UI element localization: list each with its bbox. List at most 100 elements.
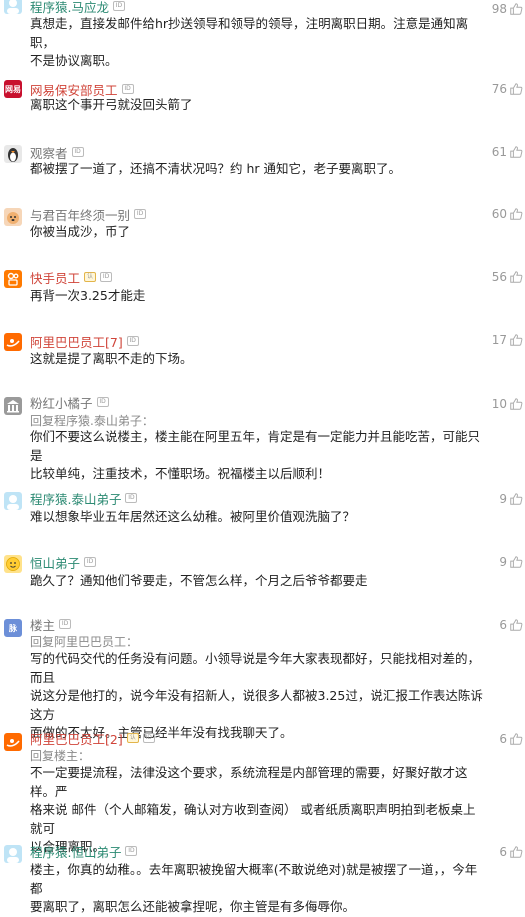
like-count: 76 bbox=[491, 82, 507, 96]
username[interactable]: 阿里巴巴员工[7] bbox=[30, 332, 123, 351]
like-count: 9 bbox=[499, 492, 507, 506]
comment-body: 楼主，你真的幼稚。。去年离职被挽留大概率(不敢说绝对)就是被摆了一道，，今年都要… bbox=[30, 862, 478, 914]
comment-item: 网易 网易保安部员工 ID 离职这个事开弓就没回头箭了 76 bbox=[0, 79, 525, 119]
thumbs-up-icon bbox=[510, 334, 523, 346]
username[interactable]: 程序猿.泰山弟子 bbox=[30, 489, 121, 508]
like-count: 60 bbox=[491, 207, 507, 221]
thumbs-up-icon bbox=[510, 846, 523, 858]
username[interactable]: 观察者 bbox=[30, 143, 68, 162]
avatar[interactable] bbox=[4, 492, 22, 510]
reply-to-label: 回复阿里巴巴员工： bbox=[30, 635, 139, 649]
reply-to-label: 回复程序猿.泰山弟子： bbox=[30, 414, 154, 428]
avatar[interactable] bbox=[4, 397, 22, 415]
like-count: 10 bbox=[491, 397, 507, 411]
comment-item: 阿里巴巴员工[2] 认 ID 回复楼主： 不一定要提流程，法律没这个要求，系统流程是… bbox=[0, 729, 525, 854]
avatar[interactable] bbox=[4, 733, 22, 751]
like-button[interactable]: 60 bbox=[492, 207, 523, 221]
person-avatar-icon bbox=[7, 0, 19, 14]
avatar[interactable] bbox=[4, 333, 22, 351]
like-button[interactable]: 9 bbox=[499, 555, 523, 569]
username[interactable]: 阿里巴巴员工[2] bbox=[30, 729, 123, 748]
alibaba-logo-icon bbox=[6, 339, 20, 347]
thumbs-up-icon bbox=[510, 619, 523, 631]
like-button[interactable]: 17 bbox=[492, 333, 523, 347]
username[interactable]: 楼主 bbox=[30, 615, 55, 634]
comment-item: 脉 楼主 ID 回复阿里巴巴员工： 写的代码交代的任务没有问题。小领导说是今年大家… bbox=[0, 615, 525, 740]
thumbs-up-icon bbox=[510, 733, 523, 745]
like-count: 17 bbox=[491, 333, 507, 347]
person-avatar-icon bbox=[7, 848, 19, 863]
like-button[interactable]: 9 bbox=[499, 492, 523, 506]
penguin-avatar-icon bbox=[8, 148, 18, 162]
thumbs-up-icon bbox=[510, 146, 523, 158]
comment-item: 程序猿.泰山弟子 ID 难以想象毕业五年居然还这么幼稚。被阿里价值观洗脑了？ 9 bbox=[0, 489, 525, 529]
person-avatar-icon bbox=[7, 495, 19, 510]
comment-item: 快手员工认 ID 再背一次3.25才能走 56 bbox=[0, 268, 525, 308]
like-button[interactable]: 98 bbox=[492, 2, 523, 16]
thumbs-up-icon bbox=[510, 398, 523, 410]
like-button[interactable]: 61 bbox=[492, 145, 523, 159]
username[interactable]: 程序猿.马应龙 bbox=[30, 0, 109, 16]
comment-item: 程序猿.马应龙 ID 真想走，直接发邮件给hr抄送领导和领导的领导，注明离职日期。… bbox=[0, 0, 525, 68]
id-badge: ID bbox=[126, 336, 139, 346]
kuaishou-logo-icon bbox=[7, 272, 19, 286]
username[interactable]: 与君百年终须一别 bbox=[30, 205, 130, 224]
comment-item: 恒山弟子 ID 跪久了？通知他们爷要走，不管怎么样，个月之后爷爷都要走 9 bbox=[0, 553, 525, 593]
thumbs-up-icon bbox=[510, 271, 523, 283]
like-button[interactable]: 10 bbox=[492, 397, 523, 411]
reply-to-label: 回复楼主： bbox=[30, 749, 91, 763]
like-count: 6 bbox=[499, 732, 507, 746]
comment-item: 程序猿.恒山弟子 ID 楼主，你真的幼稚。。去年离职被挽留大概率(不敢说绝对)就是… bbox=[0, 842, 525, 914]
like-count: 98 bbox=[491, 2, 507, 16]
comment-body: 你被当成沙，币了 bbox=[30, 224, 131, 239]
like-button[interactable]: 6 bbox=[499, 618, 523, 632]
id-badge: ID bbox=[121, 84, 134, 94]
avatar[interactable] bbox=[4, 0, 22, 14]
comment-body: 这就是提了离职不走的下场。 bbox=[30, 351, 193, 366]
avatar[interactable] bbox=[4, 145, 22, 163]
thumbs-up-icon bbox=[510, 493, 523, 505]
id-badge: ID bbox=[134, 209, 147, 219]
like-button[interactable]: 6 bbox=[499, 845, 523, 859]
like-count: 6 bbox=[499, 845, 507, 859]
like-button[interactable]: 6 bbox=[499, 732, 523, 746]
avatar[interactable]: 脉 bbox=[4, 619, 22, 637]
avatar[interactable] bbox=[4, 270, 22, 288]
avatar[interactable]: 网易 bbox=[4, 80, 22, 98]
like-button[interactable]: 56 bbox=[492, 270, 523, 284]
dog-avatar-icon bbox=[7, 212, 19, 224]
comment-body: 真想走，直接发邮件给hr抄送领导和领导的领导，注明离职日期。注意是通知离职， 不是… bbox=[30, 16, 469, 68]
comment-item: 粉红小橘子 ID 回复程序猿.泰山弟子： 你们不要这么说楼主，楼主能在阿里五年，肯… bbox=[0, 393, 525, 481]
comment-item: 与君百年终须一别 ID 你被当成沙，币了 60 bbox=[0, 205, 525, 245]
verified-badge: 认 bbox=[84, 272, 97, 282]
thumbs-up-icon bbox=[510, 83, 523, 95]
avatar[interactable] bbox=[4, 845, 22, 863]
thumbs-up-icon bbox=[510, 208, 523, 220]
id-badge: ID bbox=[125, 846, 138, 856]
comment-body: 难以想象毕业五年居然还这么幼稚。被阿里价值观洗脑了？ bbox=[30, 509, 356, 524]
username[interactable]: 粉红小橘子 bbox=[30, 393, 93, 412]
comment-item: 观察者 ID 都被摆了一道了，还搞不清状况吗？约 hr 通知它，老子要离职了。 6… bbox=[0, 143, 525, 183]
id-badge: ID bbox=[59, 619, 72, 629]
username[interactable]: 恒山弟子 bbox=[30, 553, 80, 572]
emoji-avatar-icon bbox=[6, 557, 20, 571]
thumbs-up-icon bbox=[510, 3, 523, 15]
like-count: 9 bbox=[499, 555, 507, 569]
id-badge: ID bbox=[96, 397, 109, 407]
comment-body: 跪久了？通知他们爷要走，不管怎么样，个月之后爷爷都要走 bbox=[30, 573, 368, 588]
alibaba-logo-icon bbox=[6, 739, 20, 747]
comment-body: 都被摆了一道了，还搞不清状况吗？约 hr 通知它，老子要离职了。 bbox=[30, 161, 402, 176]
building-avatar-icon bbox=[7, 400, 19, 413]
avatar[interactable] bbox=[4, 555, 22, 573]
verified-badge: 认 bbox=[126, 733, 139, 743]
comment-item: 阿里巴巴员工[7] ID 这就是提了离职不走的下场。 17 bbox=[0, 331, 525, 371]
avatar[interactable] bbox=[4, 208, 22, 226]
like-button[interactable]: 76 bbox=[492, 82, 523, 96]
id-badge: ID bbox=[71, 147, 84, 157]
like-count: 61 bbox=[491, 145, 507, 159]
username[interactable]: 程序猿.恒山弟子 bbox=[30, 842, 121, 861]
comment-body: 离职这个事开弓就没回头箭了 bbox=[30, 97, 193, 112]
id-badge: ID bbox=[125, 493, 138, 503]
id-badge: ID bbox=[84, 557, 97, 567]
username[interactable]: 快手员工 bbox=[30, 268, 80, 287]
